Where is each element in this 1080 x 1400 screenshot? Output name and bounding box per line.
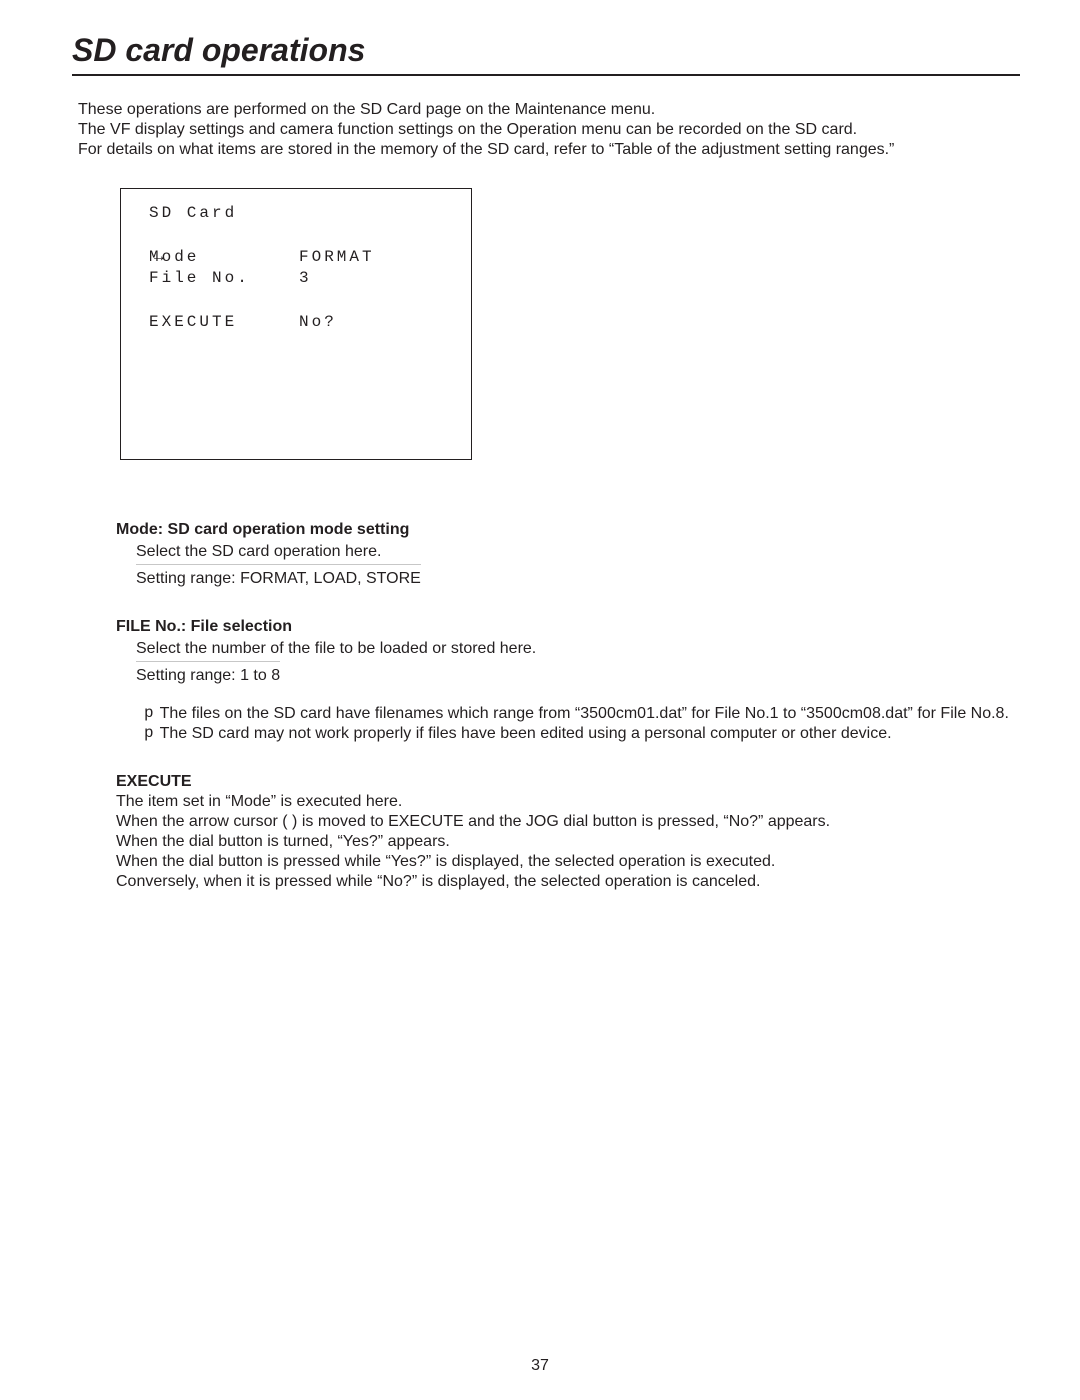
lcd-fileno-label: File No. [149,268,299,290]
intro-line: The VF display settings and camera funct… [78,120,1020,140]
execute-line: When the dial button is pressed while “Y… [116,852,1020,872]
lcd-header: SD Card [149,203,299,225]
lcd-execute-value: No? [299,312,337,334]
fileno-sub: Select the number of the file to be load… [136,639,1020,659]
execute-line: The item set in “Mode” is executed here. [116,792,1020,812]
lcd-fileno-value: 3 [299,268,312,290]
lcd-mode-label: Mode [149,247,299,269]
bullet-icon: p [144,724,154,743]
lcd-execute-label: EXECUTE [149,312,299,334]
page-title: SD card operations [72,30,1020,76]
intro-line: For details on what items are stored in … [78,140,1020,160]
fileno-title: FILE No.: File selection [116,617,1020,637]
execute-section: EXECUTE The item set in “Mode” is execut… [116,772,1020,892]
arrow-right-icon: → [154,247,167,269]
execute-line: When the arrow cursor ( ) is moved to EX… [116,812,1020,832]
page-number: 37 [0,1356,1080,1376]
execute-line: When the dial button is turned, “Yes?” a… [116,832,1020,852]
note-text: The SD card may not work properly if fil… [160,724,892,744]
note-row: p The SD card may not work properly if f… [144,724,1020,744]
note-text: The files on the SD card have filenames … [160,704,1009,724]
lcd-screen: SD Card → Mode FORMAT File No. 3 EXECUTE… [120,188,472,460]
mode-range: Setting range: FORMAT, LOAD, STORE [136,564,421,589]
intro-paragraph: These operations are performed on the SD… [78,100,1020,160]
mode-title: Mode: SD card operation mode setting [116,520,1020,540]
note-row: p The files on the SD card have filename… [144,704,1020,724]
lcd-mode-value: FORMAT [299,247,375,269]
fileno-range: Setting range: 1 to 8 [136,661,280,686]
execute-line: Conversely, when it is pressed while “No… [116,872,1020,892]
intro-line: These operations are performed on the SD… [78,100,1020,120]
mode-section: Mode: SD card operation mode setting Sel… [116,520,1020,589]
execute-title: EXECUTE [116,772,1020,792]
fileno-section: FILE No.: File selection Select the numb… [116,617,1020,744]
mode-sub: Select the SD card operation here. [136,542,1020,562]
bullet-icon: p [144,704,154,723]
